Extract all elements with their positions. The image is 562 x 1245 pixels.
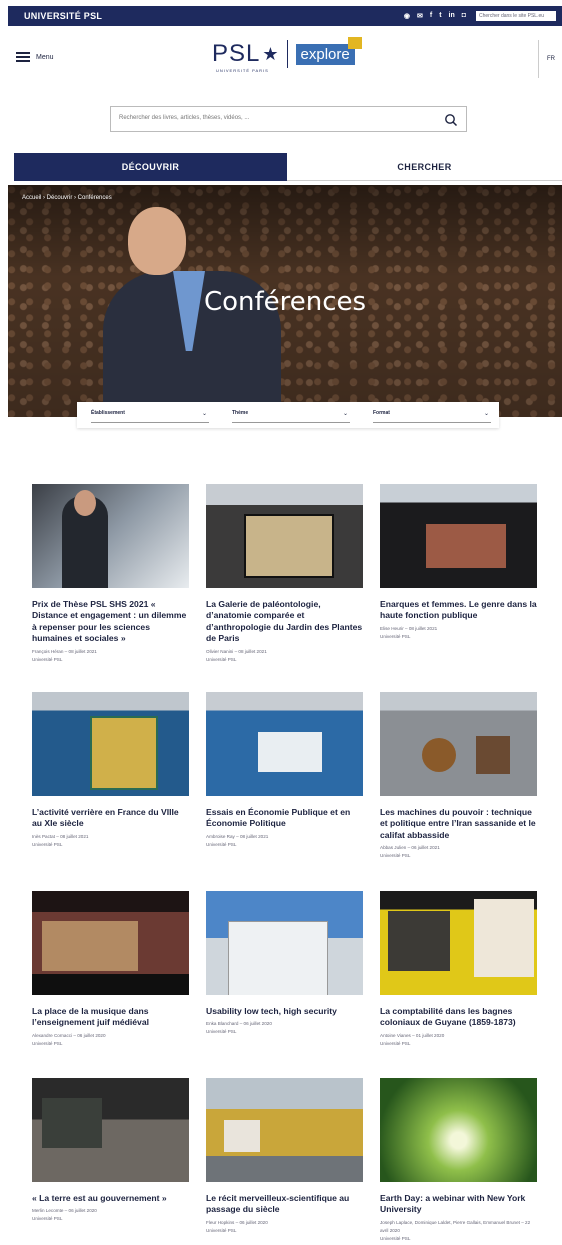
speaker-head	[128, 207, 186, 275]
card-organization: Université PSL	[380, 1040, 411, 1046]
card-title[interactable]: Essais en Économie Publique et en Économ…	[206, 807, 363, 830]
logo-divider	[286, 40, 288, 68]
logo[interactable]: PSL ★ UNIVERSITÉ PARIS explore	[212, 36, 362, 73]
card-thumbnail[interactable]	[380, 692, 537, 796]
conference-card[interactable]: « La terre est au gouvernement » Merlin L…	[32, 1078, 189, 1223]
twitter-icon[interactable]: t	[439, 12, 441, 20]
conference-card[interactable]: Usability low tech, high security Enka Bl…	[206, 891, 363, 1036]
card-author-date: Olivier Nanini – 08 juillet 2021	[206, 648, 267, 654]
filter-etablissement[interactable]: Établissement ⌄	[91, 410, 209, 423]
card-title[interactable]: Earth Day: a webinar with New York Unive…	[380, 1193, 537, 1216]
card-title[interactable]: « La terre est au gouvernement »	[32, 1193, 189, 1204]
card-organization: Université PSL	[380, 633, 411, 639]
university-brand-link[interactable]: UNIVERSITÉ PSL	[24, 11, 102, 21]
card-author-date: Merlin Lecomte – 06 juillet 2020	[32, 1208, 97, 1214]
conference-card[interactable]: La Galerie de paléontologie, d’anatomie …	[206, 484, 363, 664]
conference-card[interactable]: La comptabilité dans les bagnes coloniau…	[380, 891, 537, 1048]
conference-card[interactable]: Essais en Économie Publique et en Économ…	[206, 692, 363, 849]
card-title[interactable]: L’activité verrière en France du VIIIe a…	[32, 807, 189, 830]
card-organization: Université PSL	[206, 1227, 237, 1233]
site-search-input[interactable]: Chercher dans le site PSL.eu	[476, 11, 556, 21]
card-thumbnail[interactable]	[32, 692, 189, 796]
search-icon[interactable]	[444, 113, 458, 127]
card-organization: Université PSL	[32, 841, 63, 847]
card-title[interactable]: Enarques et femmes. Le genre dans la hau…	[380, 599, 537, 622]
logo-accent	[347, 36, 362, 49]
logo-univ: UNIVERSITÉ PARIS	[216, 68, 269, 73]
tab-chercher[interactable]: CHERCHER	[287, 153, 562, 181]
card-organization: Université PSL	[380, 1235, 411, 1241]
card-organization: Université PSL	[32, 1040, 63, 1046]
conference-card[interactable]: Prix de Thèse PSL SHS 2021 « Distance et…	[32, 484, 189, 664]
card-author-date: Elise Heurir – 08 juillet 2021	[380, 625, 438, 631]
rss-icon[interactable]: ◉	[404, 12, 410, 20]
chevron-down-icon: ⌄	[342, 411, 348, 417]
linkedin-icon[interactable]: in	[449, 12, 455, 20]
page-title: Conférences	[203, 287, 367, 317]
card-thumbnail[interactable]	[32, 1078, 189, 1182]
card-author-date: Antoine Vianes – 01 juillet 2020	[380, 1032, 445, 1038]
conference-card[interactable]: Enarques et femmes. Le genre dans la hau…	[380, 484, 537, 641]
conference-card[interactable]: Les machines du pouvoir : technique et p…	[380, 692, 537, 860]
conference-card[interactable]: Le récit merveilleux-scientifique au pas…	[206, 1078, 363, 1235]
card-title[interactable]: Usability low tech, high security	[206, 1006, 363, 1017]
filter-theme[interactable]: Thème ⌄	[232, 410, 350, 423]
card-author-date: Fleur Hopkins – 06 juillet 2020	[206, 1219, 268, 1225]
card-title[interactable]: Prix de Thèse PSL SHS 2021 « Distance et…	[32, 599, 189, 645]
card-author-date: Joseph Laplace, Dominique Laldet, Pierre…	[380, 1219, 531, 1233]
instagram-icon[interactable]: ◘	[462, 12, 466, 20]
card-author-date: Ambroise Ray – 08 juillet 2021	[206, 833, 269, 839]
language-switch[interactable]: FR	[538, 40, 555, 78]
top-bar: UNIVERSITÉ PSL ◉ ✉ f t in ◘ Chercher dan…	[8, 6, 562, 26]
card-title[interactable]: La comptabilité dans les bagnes coloniau…	[380, 1006, 537, 1029]
header: Menu PSL ★ UNIVERSITÉ PARIS explore FR	[0, 26, 562, 92]
menu-button[interactable]: Menu	[16, 52, 54, 62]
logo-explore: explore	[295, 36, 362, 65]
conference-card[interactable]: La place de la musique dans l’enseigneme…	[32, 891, 189, 1048]
menu-label: Menu	[36, 53, 54, 61]
facebook-icon[interactable]: f	[430, 12, 432, 20]
card-thumbnail[interactable]	[380, 1078, 537, 1182]
card-title[interactable]: Le récit merveilleux-scientifique au pas…	[206, 1193, 363, 1216]
chevron-down-icon: ⌄	[483, 411, 489, 417]
card-thumbnail[interactable]	[380, 484, 537, 588]
card-organization: Université PSL	[206, 656, 237, 662]
logo-psl: PSL	[212, 40, 261, 67]
filter-bar: Établissement ⌄ Thème ⌄ Format ⌄	[77, 402, 499, 428]
card-organization: Université PSL	[206, 841, 237, 847]
card-author-date: Alexandre Cornacci – 06 juillet 2020	[32, 1032, 106, 1038]
search-placeholder: Rechercher des livres, articles, thèses,…	[119, 115, 250, 121]
card-author-date: Inès Pactat – 08 juillet 2021	[32, 833, 89, 839]
card-title[interactable]: La Galerie de paléontologie, d’anatomie …	[206, 599, 363, 645]
conference-card[interactable]: Earth Day: a webinar with New York Unive…	[380, 1078, 537, 1243]
card-thumbnail[interactable]	[206, 891, 363, 995]
card-organization: Université PSL	[32, 656, 63, 662]
card-organization: Université PSL	[206, 1029, 237, 1035]
card-author-date: Enka Blanchard – 06 juillet 2020	[206, 1021, 272, 1027]
social-links: ◉ ✉ f t in ◘	[404, 12, 466, 20]
chevron-down-icon: ⌄	[201, 411, 207, 417]
hero-banner: Accueil › Découvrir › Conférences Confér…	[8, 185, 562, 417]
filter-format[interactable]: Format ⌄	[373, 410, 491, 423]
mail-icon[interactable]: ✉	[417, 12, 423, 20]
card-organization: Université PSL	[32, 1216, 63, 1222]
card-thumbnail[interactable]	[206, 692, 363, 796]
card-author-date: François Héran – 08 juillet 2021	[32, 648, 97, 654]
card-thumbnail[interactable]	[380, 891, 537, 995]
conference-card[interactable]: L’activité verrière en France du VIIIe a…	[32, 692, 189, 849]
card-thumbnail[interactable]	[32, 484, 189, 588]
breadcrumb[interactable]: Accueil › Découvrir › Conférences	[22, 195, 112, 201]
card-author-date: Abbas Julien – 06 juillet 2021	[380, 845, 440, 851]
main-tabs: DÉCOUVRIR CHERCHER	[14, 153, 562, 181]
card-thumbnail[interactable]	[206, 484, 363, 588]
tab-decouvrir[interactable]: DÉCOUVRIR	[14, 153, 287, 181]
catalog-search-input[interactable]: Rechercher des livres, articles, thèses,…	[110, 106, 467, 132]
star-icon: ★	[262, 43, 279, 64]
card-organization: Université PSL	[380, 853, 411, 859]
card-title[interactable]: La place de la musique dans l’enseigneme…	[32, 1006, 189, 1029]
card-thumbnail[interactable]	[206, 1078, 363, 1182]
card-thumbnail[interactable]	[32, 891, 189, 995]
card-title[interactable]: Les machines du pouvoir : technique et p…	[380, 807, 537, 841]
hamburger-icon	[16, 52, 30, 62]
